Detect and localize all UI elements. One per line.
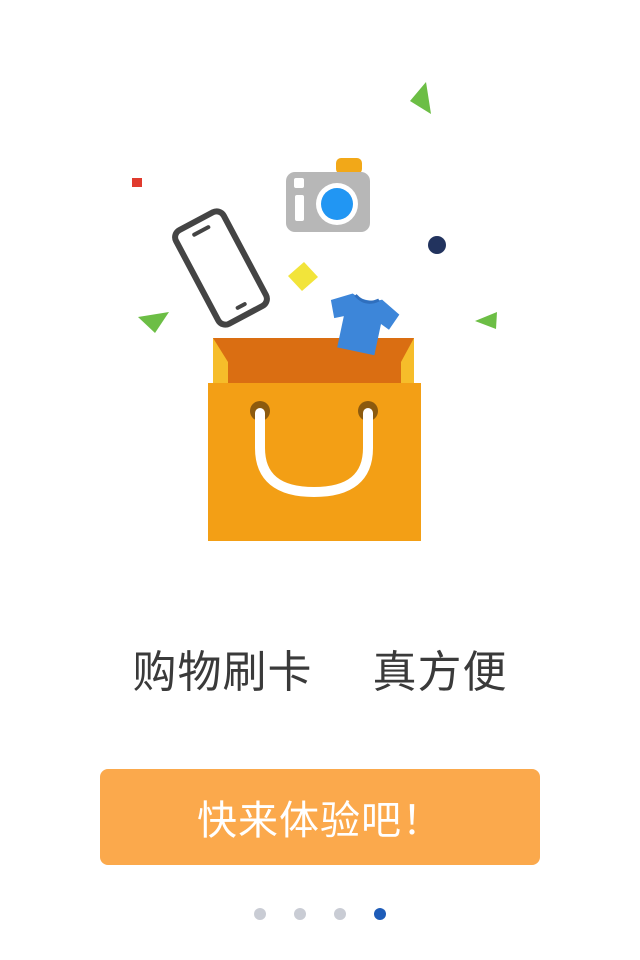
- shopping-illustration: [132, 82, 497, 541]
- phone-icon: [172, 208, 270, 328]
- page-dot-4[interactable]: [374, 908, 386, 920]
- shopping-bag-icon: [208, 293, 421, 541]
- page-dot-3[interactable]: [334, 908, 346, 920]
- page-dot-2[interactable]: [294, 908, 306, 920]
- start-experience-button[interactable]: 快来体验吧！: [100, 769, 540, 865]
- page-indicator: [0, 908, 640, 920]
- camera-icon: [286, 158, 370, 232]
- confetti-green-triangle-left: [138, 312, 169, 333]
- confetti-green-triangle-right: [475, 312, 497, 329]
- confetti-green-triangle-top: [410, 82, 431, 114]
- confetti-yellow-square: [288, 262, 318, 291]
- confetti-navy-dot: [428, 236, 446, 254]
- onboarding-tagline: 购物刷卡 真方便: [132, 647, 508, 698]
- confetti-red-square: [132, 178, 142, 187]
- page-dot-1[interactable]: [254, 908, 266, 920]
